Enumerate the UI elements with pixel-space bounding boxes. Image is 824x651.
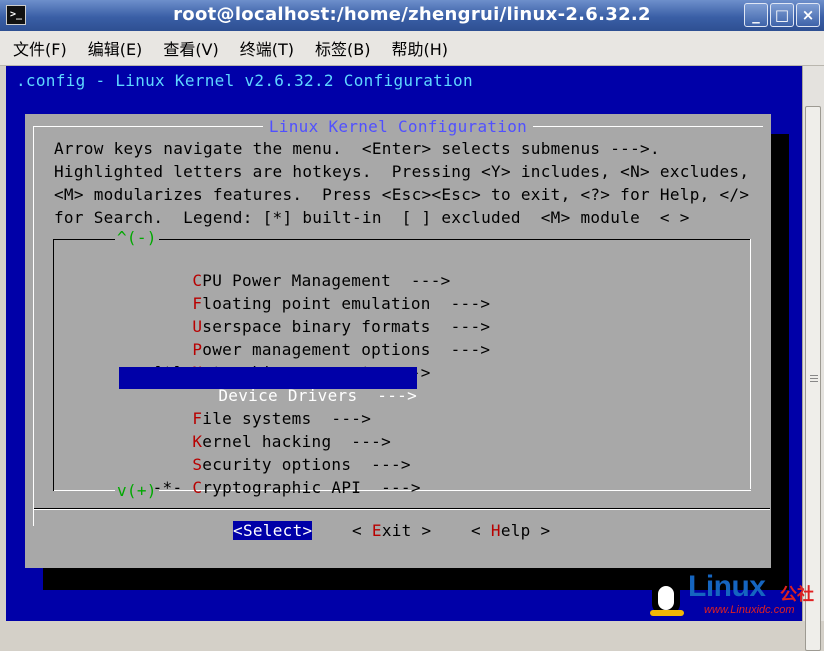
menu-item-cpu-power-management[interactable]: CPU Power Management ---> — [93, 252, 451, 290]
menu-item-device-drivers[interactable]: Device Drivers ---> — [119, 367, 418, 405]
dialog-border-left — [33, 126, 34, 526]
select-button[interactable]: <Select> — [233, 521, 313, 540]
menu-help[interactable]: 帮助(H) — [391, 36, 448, 60]
menu-file[interactable]: 文件(F) — [13, 36, 67, 60]
logo-url: www.Linuxidc.com — [704, 604, 795, 616]
button-divider-shade — [34, 508, 770, 509]
menu-item-security-options[interactable]: Security options ---> — [93, 436, 411, 474]
menu-terminal[interactable]: 终端(T) — [240, 36, 294, 60]
close-button[interactable]: × — [796, 3, 820, 27]
menu-box-border — [53, 239, 54, 491]
menu-item-networking-support[interactable]: [*] Networking support ---> — [93, 344, 431, 382]
tux-penguin-icon — [652, 574, 680, 614]
menu-item-kernel-hacking[interactable]: Kernel hacking ---> — [93, 413, 391, 451]
scroll-grip — [810, 378, 818, 379]
terminal-scrollbar[interactable] — [802, 66, 824, 651]
minimize-button[interactable]: _ — [744, 3, 768, 27]
help-text-line: <M> modularizes features. Press <Esc><Es… — [54, 185, 750, 204]
help-text-line: Highlighted letters are hotkeys. Pressin… — [54, 162, 750, 181]
scroll-up-indicator[interactable]: ^(-) — [115, 228, 159, 247]
config-title: .config - Linux Kernel v2.6.32.2 Configu… — [16, 71, 473, 90]
menu-box-border — [750, 239, 751, 489]
button-divider — [34, 509, 770, 510]
menu-edit[interactable]: 编辑(E) — [88, 36, 143, 60]
menu-bar: 文件(F) 编辑(E) 查看(V) 终端(T) 标签(B) 帮助(H) — [0, 31, 824, 66]
scrollbar-thumb[interactable] — [805, 106, 821, 651]
help-text-line: Arrow keys navigate the menu. <Enter> se… — [54, 139, 660, 158]
exit-button[interactable]: < Exit > — [352, 521, 432, 540]
menu-item-file-systems[interactable]: File systems ---> — [93, 390, 371, 428]
menu-view[interactable]: 查看(V) — [163, 36, 218, 60]
item-label: ryptographic API ---> — [202, 478, 421, 497]
item-hotkey: C — [192, 478, 203, 497]
menu-item-userspace-binary-formats[interactable]: Userspace binary formats ---> — [93, 298, 490, 336]
maximize-button[interactable]: □ — [770, 3, 794, 27]
logo-brand: Linux — [688, 570, 766, 603]
window-title: root@localhost:/home/zhengrui/linux-2.6.… — [173, 4, 651, 25]
dialog-title: Linux Kernel Configuration — [25, 117, 771, 136]
linuxidc-watermark-logo: Linux 公社 www.Linuxidc.com — [648, 570, 824, 621]
tux-feet — [650, 610, 684, 616]
menu-item-power-management-options[interactable]: Power management options ---> — [93, 321, 490, 359]
help-text-line: for Search. Legend: [*] built-in [ ] exc… — [54, 208, 690, 227]
logo-brand-cn: 公社 — [780, 585, 814, 605]
scroll-grip — [810, 381, 818, 382]
menu-list-box: ^(-) v(+) CPU Power Management ---> Floa… — [53, 228, 775, 500]
kernel-config-dialog: Linux Kernel Configuration Arrow keys na… — [25, 114, 771, 568]
scroll-grip — [810, 375, 818, 376]
window-title-bar[interactable]: >_ root@localhost:/home/zhengrui/linux-2… — [0, 0, 824, 31]
item-prefix: -*- — [152, 478, 193, 497]
menu-item-cryptographic-api[interactable]: -*- Cryptographic API ---> — [93, 459, 421, 497]
menu-item-floating-point-emulation[interactable]: Floating point emulation ---> — [93, 275, 490, 313]
help-button[interactable]: < Help > — [471, 521, 551, 540]
menu-tabs[interactable]: 标签(B) — [315, 36, 370, 60]
